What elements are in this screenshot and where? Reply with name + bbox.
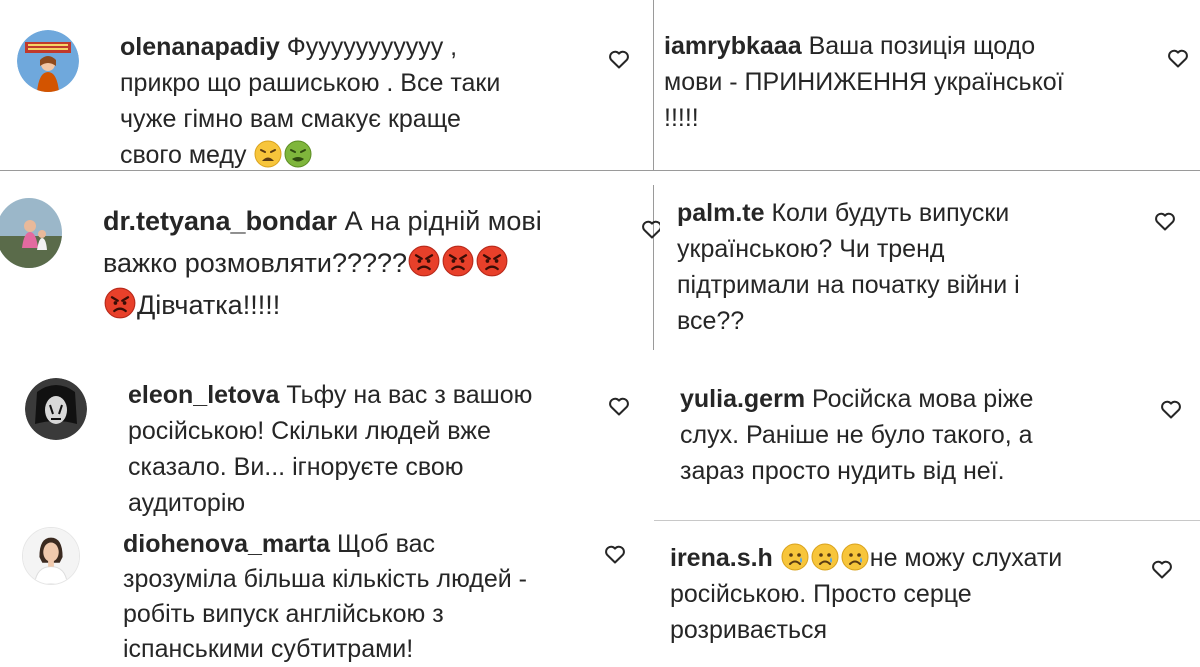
- comment-line: робіть випуск англійською з: [123, 600, 444, 628]
- like-heart-icon[interactable]: [603, 542, 627, 566]
- like-heart-icon[interactable]: [640, 217, 660, 241]
- comment-line: dr.tetyana_bondar А на рідній мові: [103, 200, 542, 242]
- comment-line: зрозуміла більша кількість людей -: [123, 565, 527, 593]
- comment-line: diohenova_marta Щоб вас: [123, 527, 527, 562]
- avatar-dark-portrait-icon[interactable]: [25, 378, 87, 440]
- divider-v-1: [653, 0, 654, 170]
- angry-face-icon: [104, 287, 136, 319]
- avatar-poster-icon[interactable]: [17, 30, 79, 92]
- comment-text: diohenova_marta Щоб вас зрозуміла більша…: [123, 527, 527, 667]
- username[interactable]: olenanapadiy: [120, 33, 280, 61]
- comment-line: irena.s.h не можу слухати: [670, 540, 1062, 576]
- comment-line: слух. Раніше не було такого, а: [680, 421, 1033, 449]
- nauseated-face-icon: [284, 140, 312, 168]
- comment-line: свого меду: [120, 137, 500, 173]
- like-heart-icon[interactable]: [607, 394, 631, 418]
- username[interactable]: palm.te: [677, 199, 765, 227]
- angry-face-icon: [442, 245, 474, 277]
- comment-text: eleon_letova Тьфу на вас з вашою російсь…: [128, 377, 532, 521]
- comment-text: irena.s.h не можу слухати російською. Пр…: [670, 540, 1062, 648]
- comment-line: !!!!!: [664, 104, 699, 132]
- comment-line: iamrybkaaa Ваша позиція щодо: [664, 28, 1064, 64]
- comment-line-text: Коли будуть випуски: [771, 199, 1010, 227]
- comment-line: yulia.germ Російска мова ріже: [680, 381, 1033, 417]
- comment-line: eleon_letova Тьфу на вас з вашою: [128, 377, 532, 413]
- comment-line-text: Ваша позиція щодо: [808, 32, 1036, 60]
- comment-line: чуже гімно вам смакує краще: [120, 105, 461, 133]
- comment-line-text: Тьфу на вас з вашою: [286, 381, 533, 409]
- crying-face-icon: [841, 543, 869, 571]
- angry-face-icon: [408, 245, 440, 277]
- comment-line-text: не можу слухати: [869, 544, 1063, 572]
- username[interactable]: eleon_letova: [128, 381, 279, 409]
- comment-line-text: Дівчатка!!!!!: [137, 290, 281, 320]
- comment-line-text: важко розмовляти?????: [103, 248, 408, 278]
- like-heart-icon[interactable]: [1166, 46, 1190, 70]
- comment-line-text: свого меду: [120, 141, 247, 169]
- comment-text: yulia.germ Російска мова ріже слух. Рані…: [680, 381, 1033, 489]
- comment-line-text: Російска мова ріже: [812, 385, 1034, 413]
- avatar-woman-portrait-icon[interactable]: [22, 527, 80, 585]
- comment-line-text: Фууууууууууу ,: [286, 33, 458, 61]
- like-heart-icon[interactable]: [1159, 397, 1183, 421]
- avatar-photo-icon[interactable]: [0, 198, 62, 268]
- comment-line: українською? Чи тренд: [677, 235, 945, 263]
- like-heart-icon[interactable]: [607, 47, 631, 71]
- comment-line: palm.te Коли будуть випуски: [677, 195, 1020, 231]
- comment-text: olenanapadiy Фууууууууууу , прикро що ра…: [120, 29, 500, 173]
- username[interactable]: diohenova_marta: [123, 530, 330, 558]
- comment-line: olenanapadiy Фууууууууууу ,: [120, 29, 500, 65]
- weary-face-icon: [254, 140, 282, 168]
- comment-line: Дівчатка!!!!!: [103, 284, 542, 326]
- angry-face-icon: [476, 245, 508, 277]
- comment-line: мови - ПРИНИЖЕННЯ української: [664, 68, 1064, 96]
- divider-h-2: [654, 520, 1200, 521]
- username[interactable]: yulia.germ: [680, 385, 805, 413]
- like-heart-icon[interactable]: [1150, 557, 1174, 581]
- comment-line-text: А на рідній мові: [344, 206, 542, 236]
- comment-line: російською. Просто серце: [670, 580, 972, 608]
- crying-face-icon: [811, 543, 839, 571]
- comment-line: важко розмовляти?????: [103, 242, 542, 284]
- divider-v-2: [653, 185, 654, 350]
- comment-line: російською! Скільки людей вже: [128, 417, 491, 445]
- crying-face-icon: [781, 543, 809, 571]
- like-heart-icon[interactable]: [1153, 209, 1177, 233]
- username[interactable]: dr.tetyana_bondar: [103, 206, 337, 236]
- comment-line: сказало. Ви... ігноруєте свою: [128, 453, 464, 481]
- comment-line: все??: [677, 307, 745, 335]
- comment-line: розривається: [670, 616, 828, 644]
- comment-text: palm.te Коли будуть випуски українською?…: [677, 195, 1020, 339]
- username[interactable]: irena.s.h: [670, 544, 773, 572]
- username[interactable]: iamrybkaaa: [664, 32, 802, 60]
- comment-line: аудиторію: [128, 489, 246, 517]
- comment-text: dr.tetyana_bondar А на рідній мові важко…: [103, 200, 542, 326]
- comment-line-text: Щоб вас: [336, 530, 435, 558]
- comment-line: зараз просто нудить від неї.: [680, 457, 1005, 485]
- comment-line: підтримали на початку війни і: [677, 271, 1020, 299]
- comment-text: iamrybkaaa Ваша позиція щодо мови - ПРИН…: [664, 28, 1064, 136]
- comment-line: прикро що рашиською . Все таки: [120, 69, 501, 97]
- comment-line: іспанськими субтитрами!: [123, 635, 414, 663]
